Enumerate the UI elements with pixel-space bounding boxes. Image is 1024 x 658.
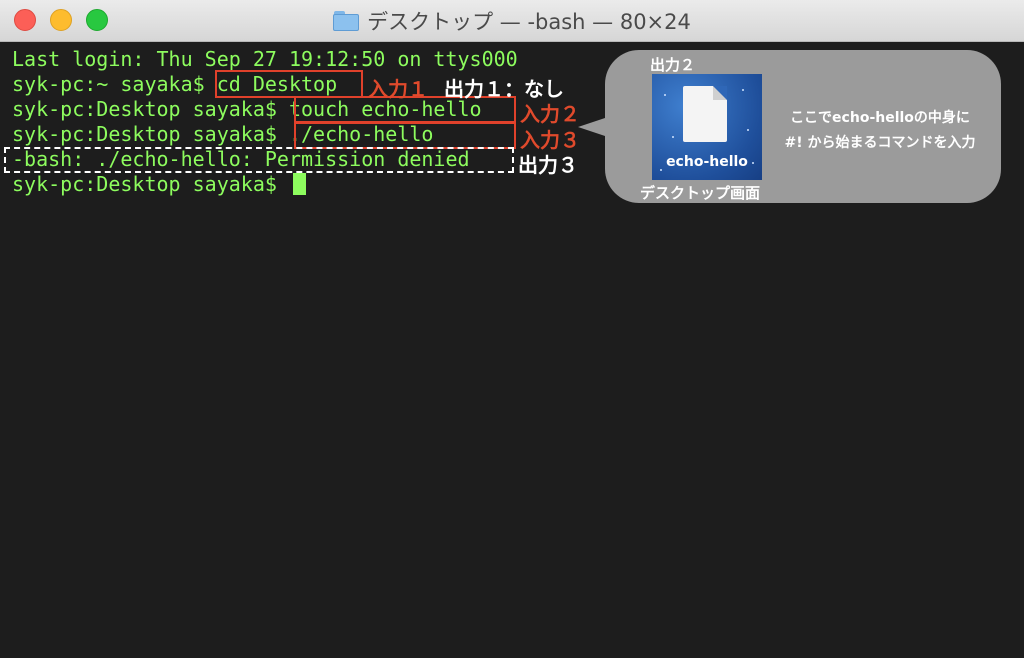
prompt-text: syk-pc:Desktop sayaka$	[12, 172, 289, 196]
folder-icon	[333, 11, 360, 31]
desktop-caption: デスクトップ画面	[640, 184, 761, 202]
output3-highlight-box	[4, 147, 514, 173]
callout-description: ここでecho-helloの中身に #! から始まるコマンドを入力	[770, 106, 990, 156]
terminal-line-login: Last login: Thu Sep 27 19:12:50 on ttys0…	[12, 47, 518, 71]
file-icon	[683, 86, 727, 142]
input2-label: 入力２	[520, 102, 580, 126]
window-title: デスクトップ — -bash — 80×24	[367, 10, 691, 34]
input1-highlight-box	[215, 70, 363, 98]
desktop-screenshot: echo-hello	[652, 74, 762, 180]
input3-highlight-box	[294, 121, 516, 149]
terminal-window: デスクトップ — -bash — 80×24 Last login: Thu S…	[0, 0, 1024, 658]
description-line-1: ここでecho-helloの中身に	[790, 110, 970, 126]
terminal-line-prompt: syk-pc:Desktop sayaka$	[12, 172, 306, 197]
output3-label: 出力３	[518, 153, 578, 177]
callout-title: 出力２	[650, 56, 696, 74]
terminal-cursor	[292, 173, 306, 195]
title-bar[interactable]: デスクトップ — -bash — 80×24	[0, 0, 1024, 42]
callout-tail	[578, 117, 608, 137]
file-label: echo-hello	[666, 154, 748, 170]
input1-label: 入力１	[368, 77, 428, 101]
title-group: デスクトップ — -bash — 80×24	[0, 0, 1024, 42]
description-line-2: #! から始まるコマンドを入力	[784, 135, 976, 151]
